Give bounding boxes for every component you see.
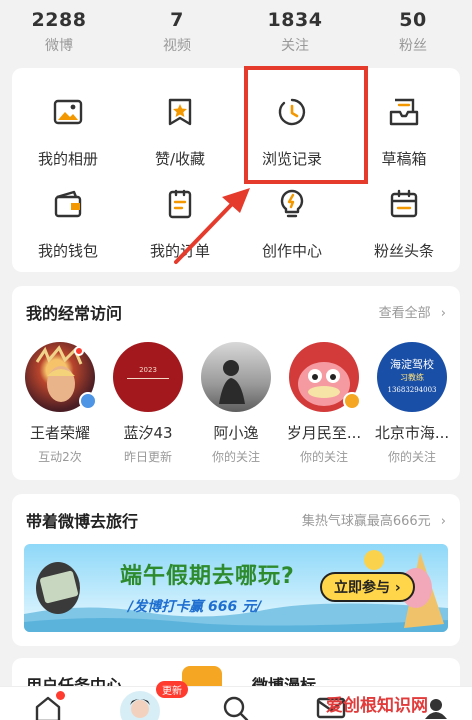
view-all-link[interactable]: 查看全部 › [379,302,446,321]
avatar-text: 13683294003 [387,386,437,394]
search-icon[interactable] [222,695,250,720]
avatar-text: 海淀驾校 [390,358,434,371]
avatar [201,342,271,412]
stat-value: 2288 [31,9,87,31]
lightbulb-icon [280,189,304,218]
travel-card: 带着微博去旅行 集热气球赢最高666元 › 端午假期去哪玩? /发博打卡赢 66… [12,494,460,646]
avatar: 海淀驾校 习教练 13683294003 [377,342,447,412]
grid-item-orders[interactable]: 我的订单 [124,188,236,268]
grid-item-photo-album[interactable]: 我的相册 [12,96,124,176]
update-badge: 更新 [156,681,188,698]
grid-item-wallet[interactable]: 我的钱包 [12,188,124,268]
stat-value: 50 [399,9,427,31]
travel-promo-link[interactable]: 集热气球赢最高666元 › [302,510,446,529]
avatar-face-icon [130,699,150,718]
grid-item-fan-headline[interactable]: 粉丝头条 [348,188,460,268]
frequent-item-name: 王者荣耀 [29,424,90,442]
join-now-button[interactable]: 立即参与 › [320,572,415,602]
stat-value: 1834 [267,9,323,31]
frequent-item-name: 岁月民至... [286,424,362,442]
frequent-item[interactable]: 阿小逸 你的关注 [192,342,280,472]
star-bookmark-icon [168,98,192,126]
stat-label: 微博 [45,38,73,54]
card-title: 我的经常访问 [26,304,123,323]
frequent-item-name: 阿小逸 [213,424,259,442]
frequent-item-sub: 昨日更新 [123,450,172,464]
stat-video[interactable]: 7 视频 [118,0,236,62]
grid-item-likes-favorites[interactable]: 赞/收藏 [124,96,236,176]
avatar-text: 习教练 [400,373,424,382]
watermark: 爱创根知识网 [326,696,428,716]
promo-banner[interactable]: 端午假期去哪玩? /发博打卡赢 666 元/ 立即参与 › [24,544,448,632]
fan-headline-icon [390,189,418,218]
photo-album-icon [53,99,83,125]
frequent-item-name: 蓝汐43 [123,424,173,442]
chevron-right-icon: › [440,306,446,321]
profile-stats-bar: 2288 微博 7 视频 1834 关注 50 粉丝 [0,0,472,62]
frequent-item[interactable]: 2023 蓝汐43 昨日更新 [104,342,192,472]
order-list-icon [168,189,192,219]
unread-dot-icon [56,691,65,700]
card-title: 带着微博去旅行 [26,512,139,531]
travel-promo-label: 集热气球赢最高666元 [301,514,431,529]
wallet-icon [54,190,82,218]
verified-badge-icon [79,392,97,410]
avatar: 2023 [113,342,183,412]
banner-headline: 端午假期去哪玩? [120,564,295,589]
person-silhouette-icon [219,360,245,404]
stat-label: 关注 [281,38,309,54]
grid-item-label: 我的订单 [149,242,210,260]
view-all-label: 查看全部 [378,306,431,321]
chevron-right-icon: › [394,580,401,596]
frequent-item-sub: 你的关注 [299,450,348,464]
join-now-label: 立即参与 [334,580,390,596]
stat-value: 7 [170,9,184,31]
grid-item-label: 我的相册 [37,150,98,168]
frequent-item-name: 北京市海... [374,424,450,442]
grid-item-creator-center[interactable]: 创作中心 [236,188,348,268]
highlight-box [244,66,368,184]
avatar-divider [127,378,169,379]
frequent-visits-card: 我的经常访问 查看全部 › 王者荣耀 互动2次 2023 蓝汐43 昨日更新 阿… [12,286,460,480]
stat-following[interactable]: 1834 关注 [236,0,354,62]
unread-dot-icon [74,346,84,356]
stat-weibo[interactable]: 2288 微博 [0,0,118,62]
grid-item-label: 粉丝头条 [373,242,434,260]
shortcut-grid-card: 我的相册 赞/收藏 浏览记录 草稿箱 我的钱包 我的订单 创作中心 粉丝头条 [12,68,460,272]
stat-fans[interactable]: 50 粉丝 [354,0,472,62]
frequent-item[interactable]: 王者荣耀 互动2次 [16,342,104,472]
grid-item-label: 我的钱包 [37,242,98,260]
verified-badge-icon [343,392,361,410]
frequent-item-sub: 你的关注 [211,450,260,464]
banner-subline: /发博打卡赢 666 元/ [128,599,262,615]
profile-avatar[interactable] [120,691,160,720]
frequent-item[interactable]: 岁月民至... 你的关注 [280,342,368,472]
draft-box-icon [389,98,419,126]
frequent-item-sub: 你的关注 [387,450,436,464]
grid-item-label: 赞/收藏 [154,150,206,168]
grid-item-label: 创作中心 [261,242,322,260]
chevron-right-icon: › [440,514,446,529]
stat-label: 视频 [163,38,191,54]
frequent-item-sub: 互动2次 [38,450,82,464]
frequent-item[interactable]: 海淀驾校 习教练 13683294003 北京市海... 你的关注 [368,342,456,472]
avatar-text: 2023 [139,366,157,374]
stat-label: 粉丝 [399,38,427,54]
